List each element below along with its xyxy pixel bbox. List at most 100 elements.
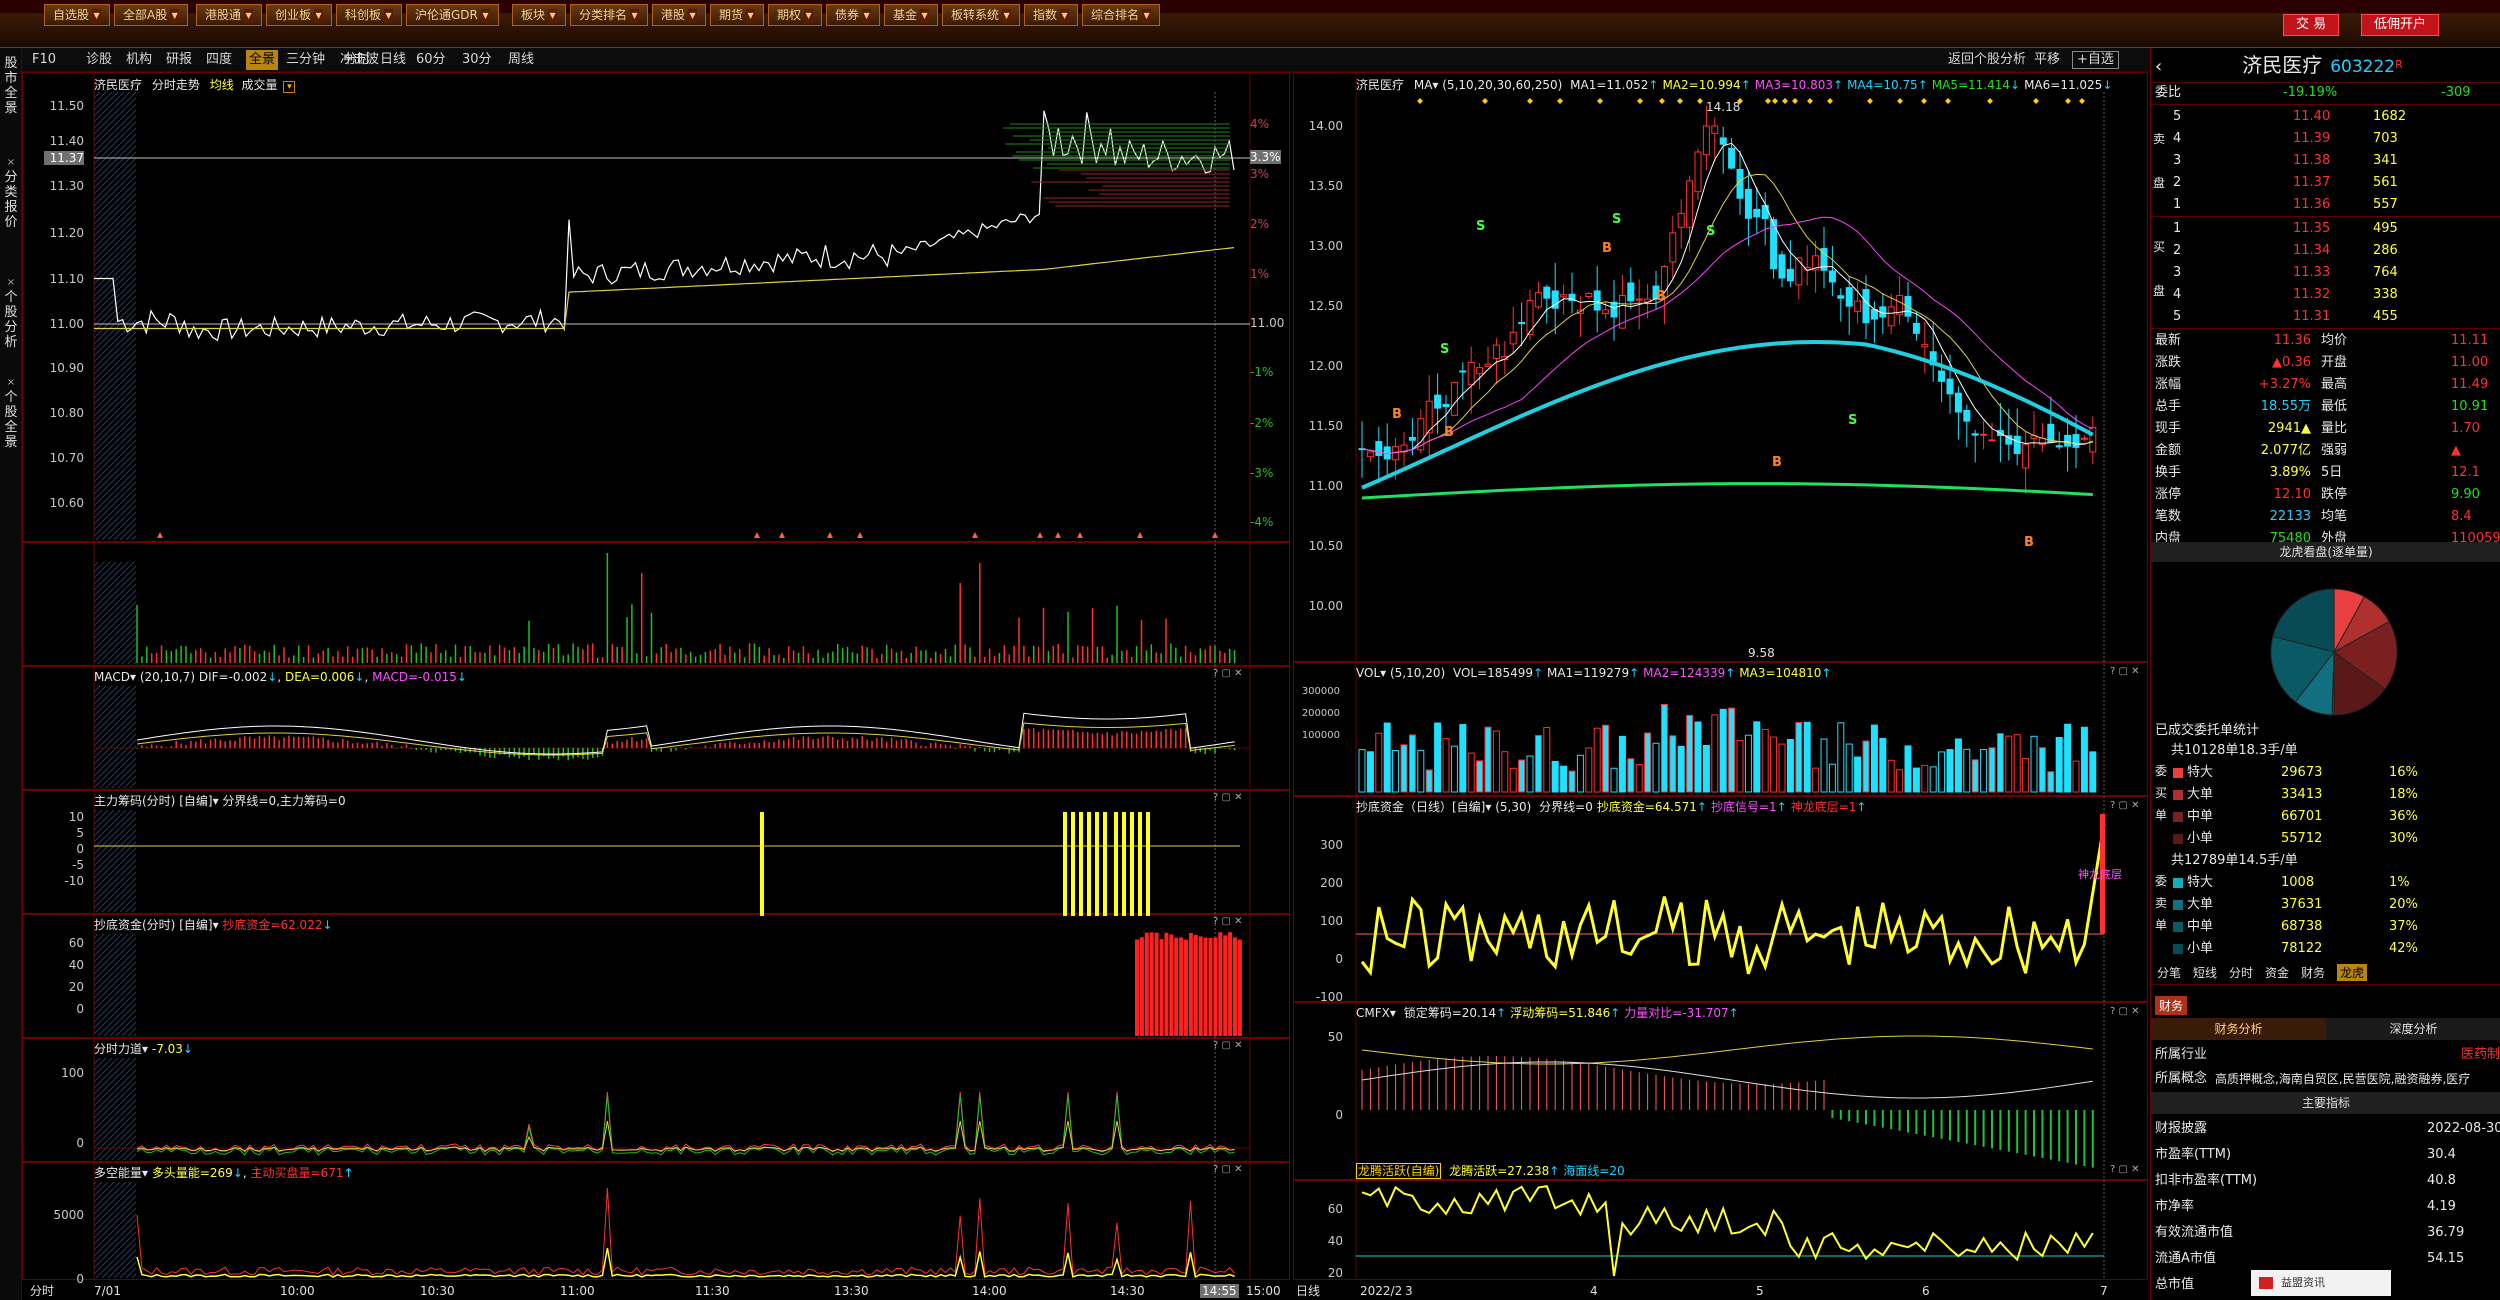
zlcm-title[interactable]: 主力筹码(分时) [94, 794, 175, 808]
daily-vol-title[interactable]: VOL [1356, 666, 1380, 680]
menu-item[interactable]: 板转系统 ▼ [942, 4, 1021, 26]
order-book-row[interactable]: 1 11.35 495 [2151, 218, 2500, 240]
fin-label: 扣非市盈率(TTM) [2155, 1173, 2258, 1188]
cdzj-title[interactable]: 抄底资金(分时) [94, 918, 175, 932]
level-price: 11.34 [2293, 243, 2331, 258]
dropdown-icon[interactable]: ▾ [283, 81, 296, 93]
order-book-row[interactable]: 5 11.31 455 [2151, 306, 2500, 328]
menu-item[interactable]: 指数 ▼ [1024, 4, 1079, 26]
industry-row: 所属行业 医药制造 [2151, 1044, 2500, 1066]
order-book-row[interactable]: 4 11.39 703 [2151, 128, 2500, 150]
panel-controls-icon[interactable]: ? ▢ ✕ [2110, 666, 2140, 677]
panel-controls-icon[interactable]: ? ▢ ✕ [1213, 792, 1243, 803]
quote-tab[interactable]: 龙虎 [2337, 964, 2368, 981]
cdzj-extra: [自编] [179, 918, 213, 932]
menu-item[interactable]: 港股通 ▼ [196, 4, 263, 26]
signal-diamond [1867, 98, 1873, 104]
macd-title[interactable]: MACD [94, 670, 130, 684]
menu-item[interactable]: 分类排名 ▼ [570, 4, 649, 26]
daily-cmfx-tick: 0 [1335, 1108, 1343, 1122]
daily-cdzj-title[interactable]: 抄底资金（日线）[自编] [1356, 800, 1485, 814]
menu-item[interactable]: 期货 ▼ [710, 4, 765, 26]
daily-cdzj-tick: 100 [1320, 914, 1343, 928]
quote-tab[interactable]: 分笔 [2157, 964, 2181, 981]
trade-button[interactable]: 交 易 [2283, 14, 2340, 36]
order-book-row[interactable]: 4 11.32 338 [2151, 284, 2500, 306]
candle-body [1534, 292, 1542, 308]
quote-tab[interactable]: 财务 [2301, 964, 2325, 981]
daily-volume-bar [1652, 742, 1660, 793]
finance-tab[interactable]: 财务 [2155, 996, 2188, 1015]
group-row: 大单 33413 18% [2151, 784, 2500, 806]
fin-value: 4.19 [2427, 1199, 2456, 1214]
open-account-button[interactable]: 低佣开户 [2361, 14, 2440, 36]
candle-body [1476, 367, 1484, 375]
stat-value: 12.10 [2273, 487, 2311, 502]
stat-value: 2941▲ [2267, 421, 2311, 436]
stat-label: 强弱 [2321, 443, 2348, 458]
zlcm-tick: 0 [76, 842, 84, 856]
candle-body [1518, 322, 1526, 325]
group-header-text: 共12789单14.5手/单 [2171, 853, 2298, 868]
deep-analysis-tab[interactable]: 深度分析 [2326, 1018, 2500, 1040]
menu-item[interactable]: 沪伦通GDR ▼ [406, 4, 499, 26]
quote-tab[interactable]: 分时 [2229, 964, 2253, 981]
time-tick: 10:30 [420, 1284, 455, 1298]
panel-controls-icon[interactable]: ? ▢ ✕ [2110, 1006, 2140, 1017]
stat-label: 最新 [2155, 333, 2182, 348]
order-book-row[interactable]: 2 11.34 286 [2151, 240, 2500, 262]
menu-item[interactable]: 板块 ▼ [512, 4, 567, 26]
signal-diamond [1792, 98, 1798, 104]
back-arrow-icon[interactable]: ‹ [2155, 56, 2162, 77]
menu-item[interactable]: 基金 ▼ [884, 4, 939, 26]
menu-item[interactable]: 债券 ▼ [826, 4, 881, 26]
level-price: 11.37 [2293, 175, 2331, 190]
menu-item[interactable]: 自选股 ▼ [44, 4, 111, 26]
menu-item[interactable]: 综合排名 ▼ [1082, 4, 1161, 26]
daily-cmfx-title[interactable]: CMFX [1356, 1006, 1390, 1020]
signal-triangle [857, 532, 863, 538]
panel-controls-icon[interactable]: ? ▢ ✕ [2110, 1164, 2140, 1175]
panel-controls-icon[interactable]: ? ▢ ✕ [2110, 800, 2140, 811]
fin-value: 2022-08-30 [2427, 1121, 2500, 1136]
panel-controls-icon[interactable]: ? ▢ ✕ [1213, 1040, 1243, 1051]
vol-legend[interactable]: 成交量 [242, 78, 278, 92]
quote-tab[interactable]: 资金 [2265, 964, 2289, 981]
menu-item[interactable]: 期权 ▼ [768, 4, 823, 26]
bs-marker: S [1612, 212, 1621, 227]
industry-label: 所属行业 [2155, 1047, 2208, 1062]
menu-item[interactable]: 全部A股 ▼ [114, 4, 189, 26]
menu-item[interactable]: 创业板 ▼ [266, 4, 333, 26]
panel-controls-icon[interactable]: ? ▢ ✕ [1213, 916, 1243, 927]
daily-volume-bar [1476, 760, 1484, 793]
indicator-value: MA3=104810 [1739, 666, 1822, 680]
stat-row: 换手 3.89% 5日 12.1 [2151, 462, 2500, 484]
quote-tab[interactable]: 短线 [2193, 964, 2217, 981]
fin-analysis-tab[interactable]: 财务分析 [2151, 1018, 2326, 1040]
menu-item[interactable]: 科创板 ▼ [336, 4, 403, 26]
order-book-row[interactable]: 3 11.33 764 [2151, 262, 2500, 284]
fsld-title[interactable]: 分时力道 [94, 1042, 142, 1056]
panel-controls-icon[interactable]: ? ▢ ✕ [1213, 1164, 1243, 1175]
ma-label[interactable]: MA [1414, 78, 1433, 92]
daily-volume-bar [1711, 714, 1719, 793]
fin-label: 市盈率(TTM) [2155, 1147, 2232, 1162]
order-book-row[interactable]: 3 11.38 341 [2151, 150, 2500, 172]
ad-popup[interactable]: 益盟资讯 [2251, 1270, 2391, 1296]
order-book-row[interactable]: 2 11.37 561 [2151, 172, 2500, 194]
time-tick: 11:00 [560, 1284, 595, 1298]
candle-body [2013, 435, 2021, 455]
daily-volume-bar [1946, 749, 1954, 793]
order-book-row[interactable]: 1 11.36 557 [2151, 194, 2500, 216]
fsld-line-b [136, 1094, 1235, 1156]
group-header: 共10128单18.3手/单 [2171, 740, 2491, 762]
panel-controls-icon[interactable]: ? ▢ ✕ [1213, 668, 1243, 679]
daily-lthy-title[interactable]: 龙腾活跃(自编) [1356, 1163, 1442, 1179]
daily-cdzj-values: 分界线=0 抄底资金=64.571↑ 抄底信号=1↑ 神龙底层=1↑ [1535, 800, 1866, 814]
menu-item[interactable]: 港股 ▼ [652, 4, 707, 26]
candle-body [1761, 204, 1769, 220]
daily-volume-bar [2080, 726, 2088, 793]
quote-header: ‹ 济民医疗 603222R [2151, 50, 2500, 80]
dknl-title[interactable]: 多空能量 [94, 1166, 142, 1180]
order-book-row[interactable]: 5 11.40 1682 [2151, 106, 2500, 128]
